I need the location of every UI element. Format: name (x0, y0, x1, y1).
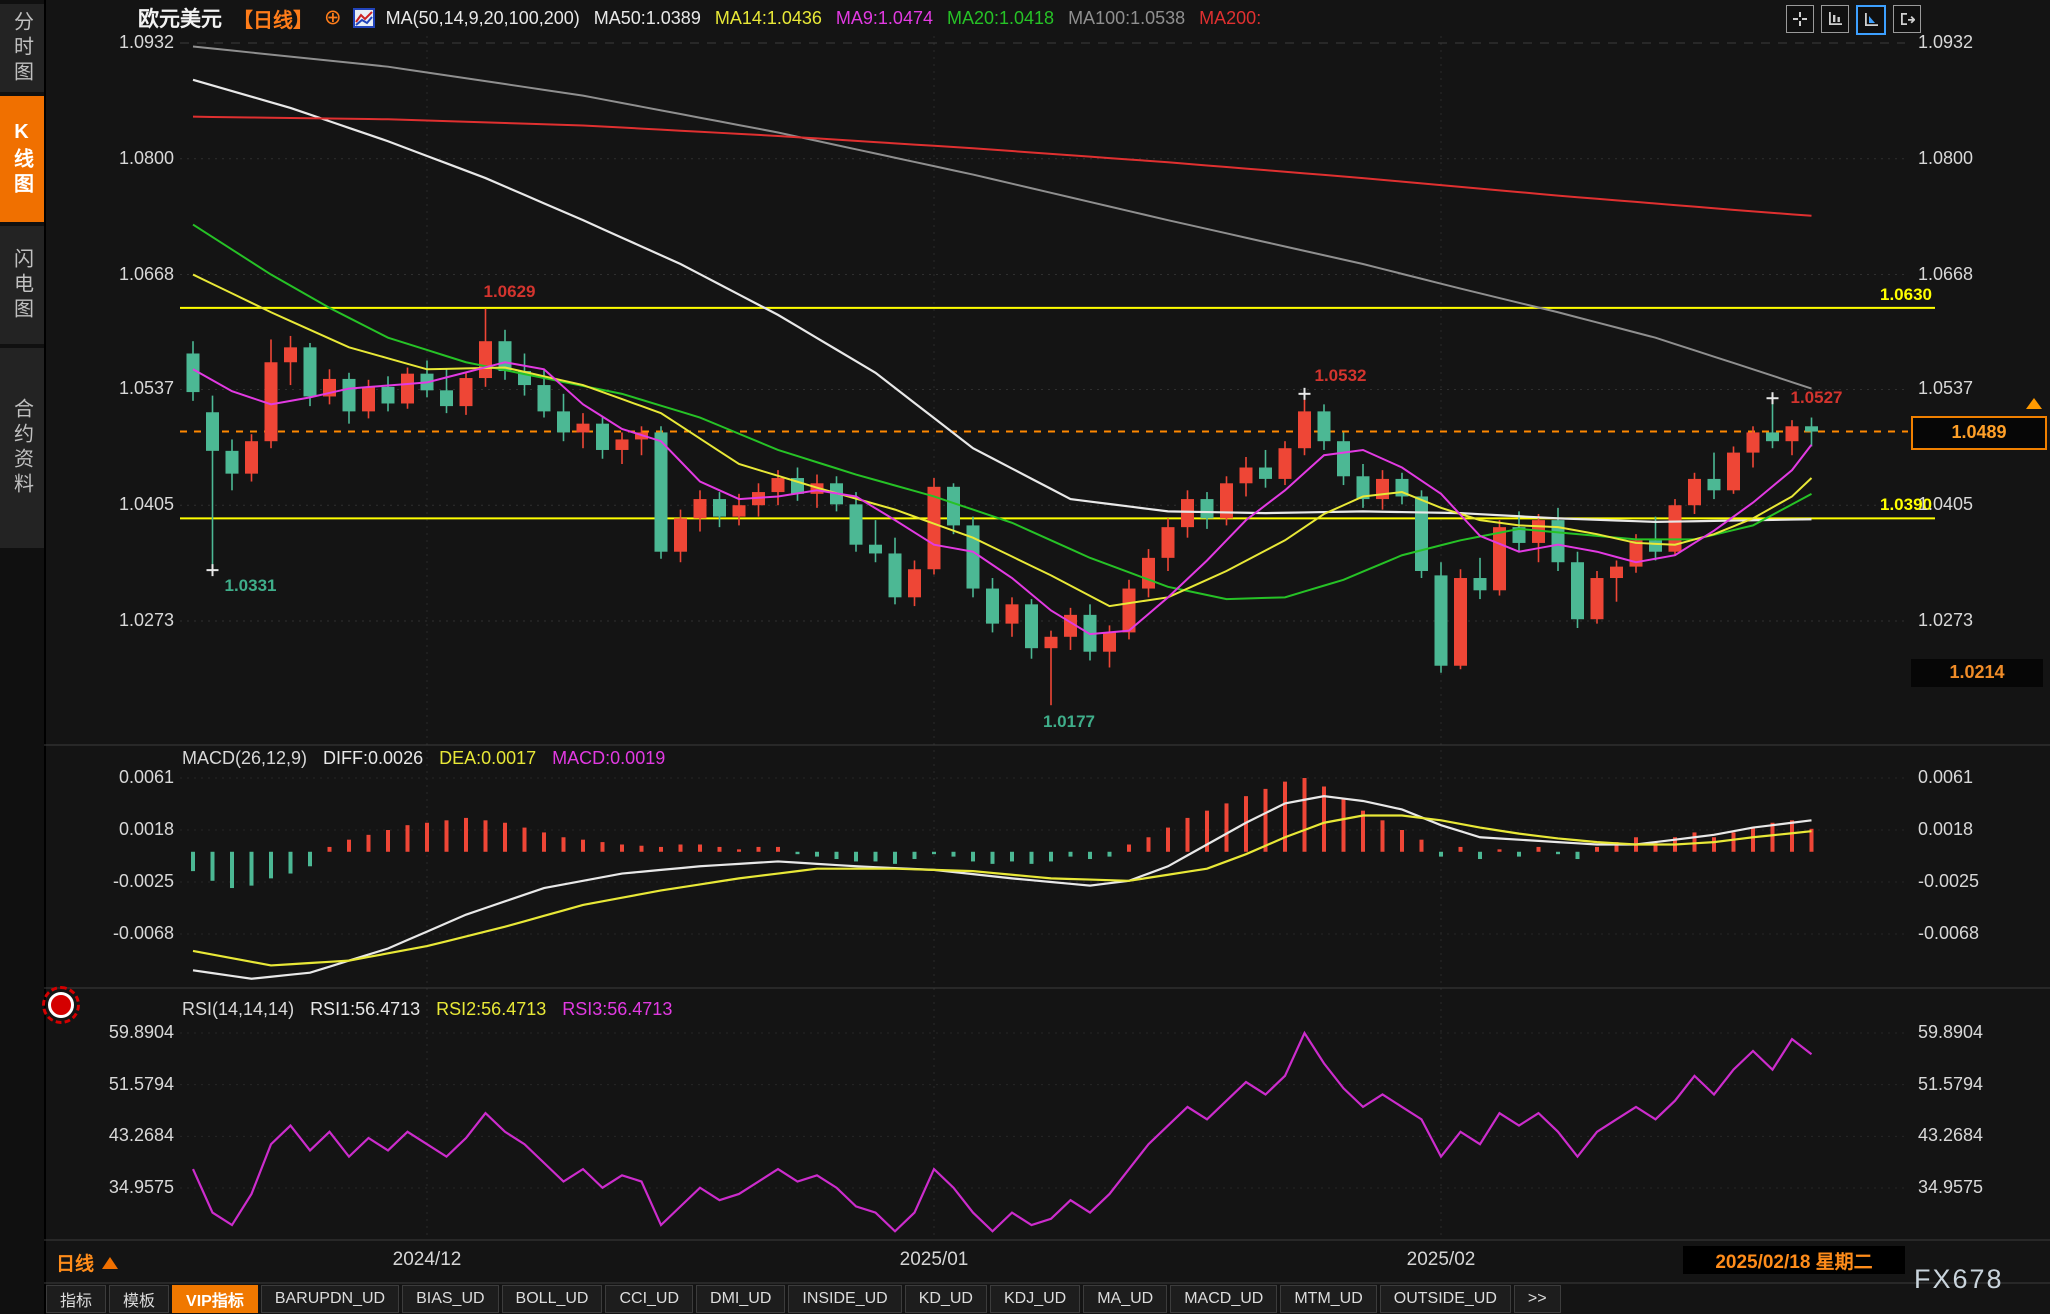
circle-plus-icon[interactable]: ⊕ (324, 7, 342, 29)
indicator-tab-9[interactable]: INSIDE_UD (788, 1285, 901, 1313)
period-selector[interactable]: 日线 (56, 1249, 118, 1276)
indicator-tab-13[interactable]: MACD_UD (1170, 1285, 1277, 1313)
more-tabs-button[interactable]: >> (1514, 1285, 1561, 1313)
indicator-tab-1[interactable]: 指标 (46, 1285, 106, 1313)
header-toolbar (1786, 5, 1921, 35)
indicator-settings-icon[interactable] (353, 8, 375, 28)
chart-application: 分时图K线图闪电图合约资料 欧元美元 【日线】 ⊕ MA(50,14,9,20,… (0, 0, 2050, 1314)
period-selector-label: 日线 (56, 1249, 94, 1276)
indicator-tab-11[interactable]: KDJ_UD (990, 1285, 1080, 1313)
indicator-tab-8[interactable]: DMI_UD (696, 1285, 785, 1313)
ma-legend-item-6: MA100:1.0538 (1068, 8, 1185, 29)
ma-legend-item-3: MA14:1.0436 (715, 8, 822, 29)
axis-chart-active-icon[interactable] (1856, 5, 1886, 35)
split-layout-icon[interactable] (1786, 5, 1814, 33)
export-chart-icon[interactable] (1893, 5, 1921, 33)
indicator-tab-7[interactable]: CCI_UD (605, 1285, 693, 1313)
indicator-tab-6[interactable]: BOLL_UD (502, 1285, 603, 1313)
symbol-title: 欧元美元 (138, 3, 222, 33)
axis-chart-icon[interactable] (1821, 5, 1849, 33)
indicator-alert-icon[interactable] (48, 992, 74, 1018)
chart-header: 欧元美元 【日线】 ⊕ MA(50,14,9,20,100,200) MA50:1… (138, 2, 1261, 34)
indicator-tab-14[interactable]: MTM_UD (1280, 1285, 1376, 1313)
indicator-tab-10[interactable]: KD_UD (905, 1285, 987, 1313)
indicator-tab-12[interactable]: MA_UD (1083, 1285, 1167, 1313)
ma-legend-item-7: MA200: (1199, 8, 1261, 29)
ma-legend-item-2: MA50:1.0389 (594, 8, 701, 29)
indicator-tab-15[interactable]: OUTSIDE_UD (1380, 1285, 1511, 1313)
ma-legend-item-5: MA20:1.0418 (947, 8, 1054, 29)
cursor-date-label: 2025/02/18 星期二 (1683, 1246, 1905, 1274)
brand-watermark: FX678 (1914, 1264, 2004, 1295)
chart-canvas[interactable] (0, 0, 2050, 1314)
period-up-triangle-icon (102, 1257, 118, 1269)
indicator-tab-2[interactable]: 模板 (109, 1285, 169, 1313)
indicator-tab-5[interactable]: BIAS_UD (402, 1285, 498, 1313)
ma-legend-item-1: MA(50,14,9,20,100,200) (386, 8, 580, 29)
indicator-tab-bar: 指标模板VIP指标BARUPDN_UDBIAS_UDBOLL_UDCCI_UDD… (46, 1285, 1561, 1313)
period-tag: 【日线】 (233, 4, 313, 33)
indicator-tab-4[interactable]: BARUPDN_UD (261, 1285, 399, 1313)
ma-legend-item-4: MA9:1.0474 (836, 8, 933, 29)
indicator-tab-3[interactable]: VIP指标 (172, 1285, 258, 1313)
ma-legend: MA(50,14,9,20,100,200) MA50:1.0389 MA14:1.… (386, 8, 1262, 29)
